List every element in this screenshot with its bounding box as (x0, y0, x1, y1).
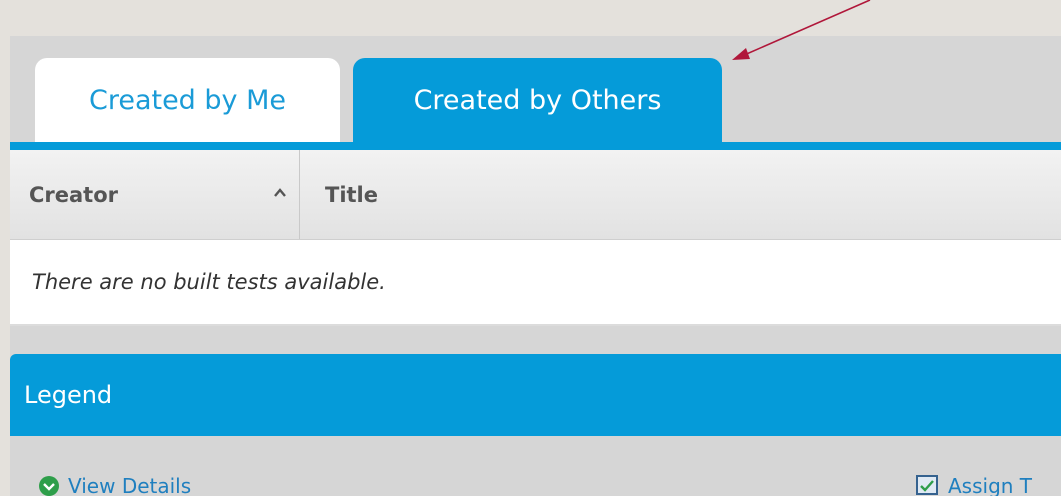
tab-created-by-others-label: Created by Others (413, 84, 662, 116)
assign-test-icon (916, 475, 938, 495)
legend-item-assign: Assign T (916, 474, 1032, 496)
tab-created-by-others[interactable]: Created by Others (353, 58, 722, 142)
empty-table-message: There are no built tests available. (10, 240, 1061, 326)
tab-created-by-me-label: Created by Me (88, 84, 287, 116)
column-header-creator[interactable]: Creator (10, 150, 300, 239)
legend-item-assign-label: Assign T (948, 474, 1033, 496)
table-header: Creator Title (10, 150, 1061, 240)
legend-title: Legend (24, 381, 113, 409)
legend-item-view-details: View Details (38, 474, 191, 496)
tests-panel: Created by Me Created by Others Creator … (10, 36, 1061, 496)
tab-underline (10, 142, 1061, 150)
column-header-creator-label: Creator (29, 182, 119, 207)
tab-bar: Created by Me Created by Others (10, 36, 1061, 150)
legend-body: View Details Assign T (10, 436, 1061, 496)
legend-item-view-details-label: View Details (68, 474, 192, 496)
tab-created-by-me[interactable]: Created by Me (35, 58, 340, 142)
sort-up-icon[interactable] (272, 186, 288, 200)
view-details-icon (39, 476, 59, 496)
legend-header: Legend (10, 354, 1061, 436)
column-header-title[interactable]: Title (301, 150, 378, 239)
empty-message-text: There are no built tests available. (32, 270, 386, 294)
column-header-title-label: Title (325, 182, 379, 207)
